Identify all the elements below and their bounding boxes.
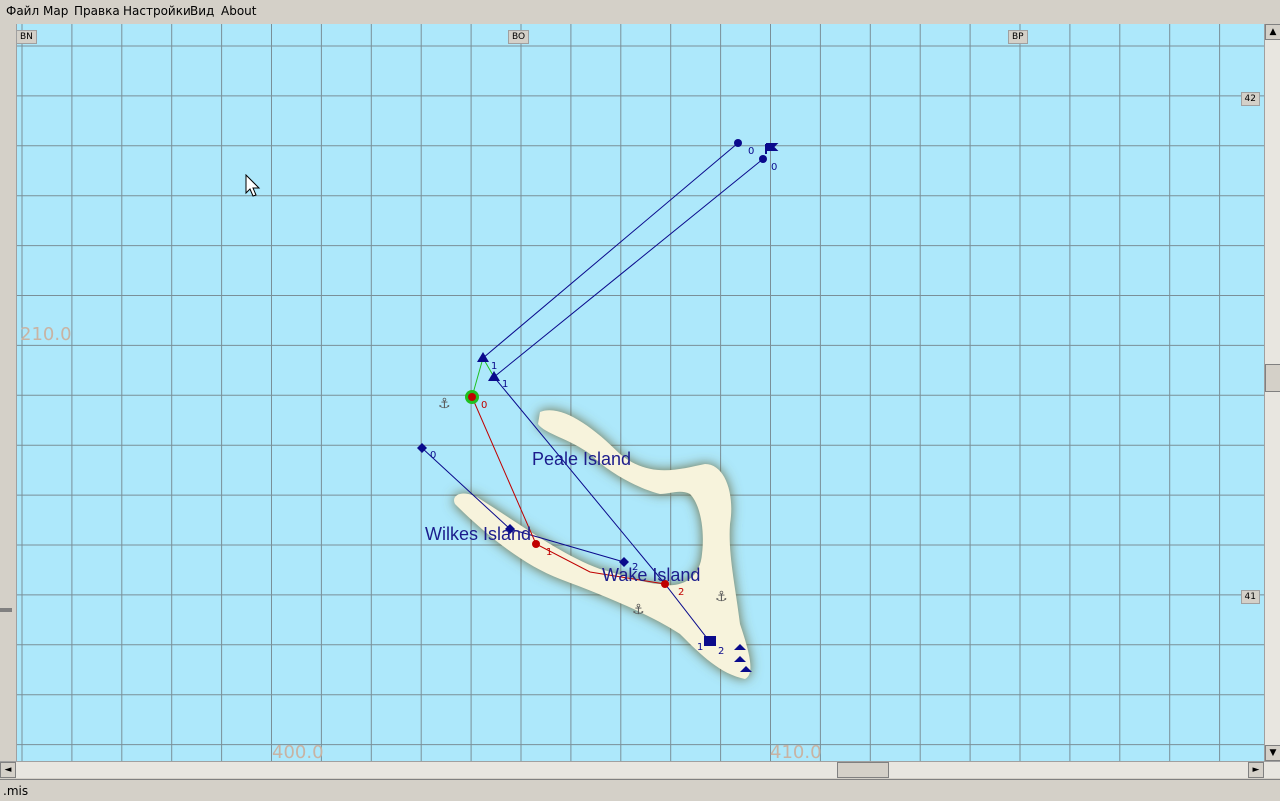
row-label: 41 — [1240, 590, 1260, 604]
island-label-peale: Peale Island — [532, 449, 632, 469]
coord-y-label: 210.0 — [20, 324, 72, 345]
ground-object — [704, 636, 716, 646]
sector-label: BN — [16, 30, 37, 44]
waypoint-label: 2 — [678, 587, 684, 598]
waypoint-label: 0 — [430, 450, 436, 461]
left-edge-marker — [0, 608, 12, 612]
menu-edit[interactable]: Правка — [74, 4, 120, 18]
map-canvas[interactable]: ⚓ ⚓ ⚓ 00110012212 BN BO BP 42 41 210.0 4… — [0, 24, 1264, 761]
horizontal-scrollbar[interactable]: ◄ ► — [0, 761, 1280, 778]
coord-x-label: 400.0 — [272, 742, 324, 761]
coord-x-label: 410.0 — [770, 742, 822, 761]
status-text: .mis — [3, 784, 29, 798]
waypoint-marker — [734, 139, 742, 147]
menu-settings[interactable]: Настройки — [123, 4, 191, 18]
menu-map[interactable]: Мар — [43, 4, 68, 18]
mouse-cursor-icon — [245, 174, 261, 197]
waypoint-marker — [759, 155, 767, 163]
waypoint-label: 0 — [771, 162, 777, 173]
ship-icon: ⚓ — [715, 589, 728, 605]
waypoint-label: 0 — [481, 400, 487, 411]
map-grid — [0, 24, 1264, 761]
scroll-up-button[interactable]: ▲ — [1265, 24, 1280, 40]
ship-icon: ⚓ — [632, 602, 645, 618]
island-label-wake: Wake Island — [602, 565, 701, 585]
waypoint-label: 0 — [748, 146, 754, 157]
waypoint-marker — [532, 540, 540, 548]
row-label: 42 — [1240, 92, 1260, 106]
waypoint-label: 2 — [718, 646, 724, 657]
waypoint-label: 1 — [502, 379, 508, 390]
menu-about[interactable]: About — [221, 4, 256, 18]
map-drawing: ⚓ ⚓ ⚓ 00110012212 — [0, 24, 1264, 761]
waypoint-label: 1 — [546, 547, 552, 558]
status-bar: .mis — [0, 779, 1280, 801]
waypoint-label: 1 — [491, 361, 497, 372]
scroll-right-button[interactable]: ► — [1248, 762, 1264, 778]
vertical-scrollbar[interactable]: ▲ ▼ — [1264, 24, 1280, 761]
waypoint-label: 1 — [697, 642, 703, 653]
menu-file[interactable]: Файл — [6, 4, 39, 18]
left-edge-bar — [0, 24, 17, 761]
horizontal-scroll-thumb[interactable] — [837, 762, 889, 778]
aircraft-marker — [488, 371, 500, 381]
sector-label: BO — [508, 30, 530, 44]
menu-bar: Файл Мар Правка Настройки Вид About — [0, 0, 1280, 25]
menu-view[interactable]: Вид — [190, 4, 214, 18]
island-label-wilkes: Wilkes Island — [425, 524, 532, 544]
aircraft-marker — [477, 352, 489, 362]
scroll-left-button[interactable]: ◄ — [0, 762, 16, 778]
ship-icon: ⚓ — [438, 396, 451, 412]
scroll-down-button[interactable]: ▼ — [1265, 745, 1280, 761]
vertical-scroll-thumb[interactable] — [1265, 364, 1280, 392]
sector-label: BP — [1008, 30, 1028, 44]
